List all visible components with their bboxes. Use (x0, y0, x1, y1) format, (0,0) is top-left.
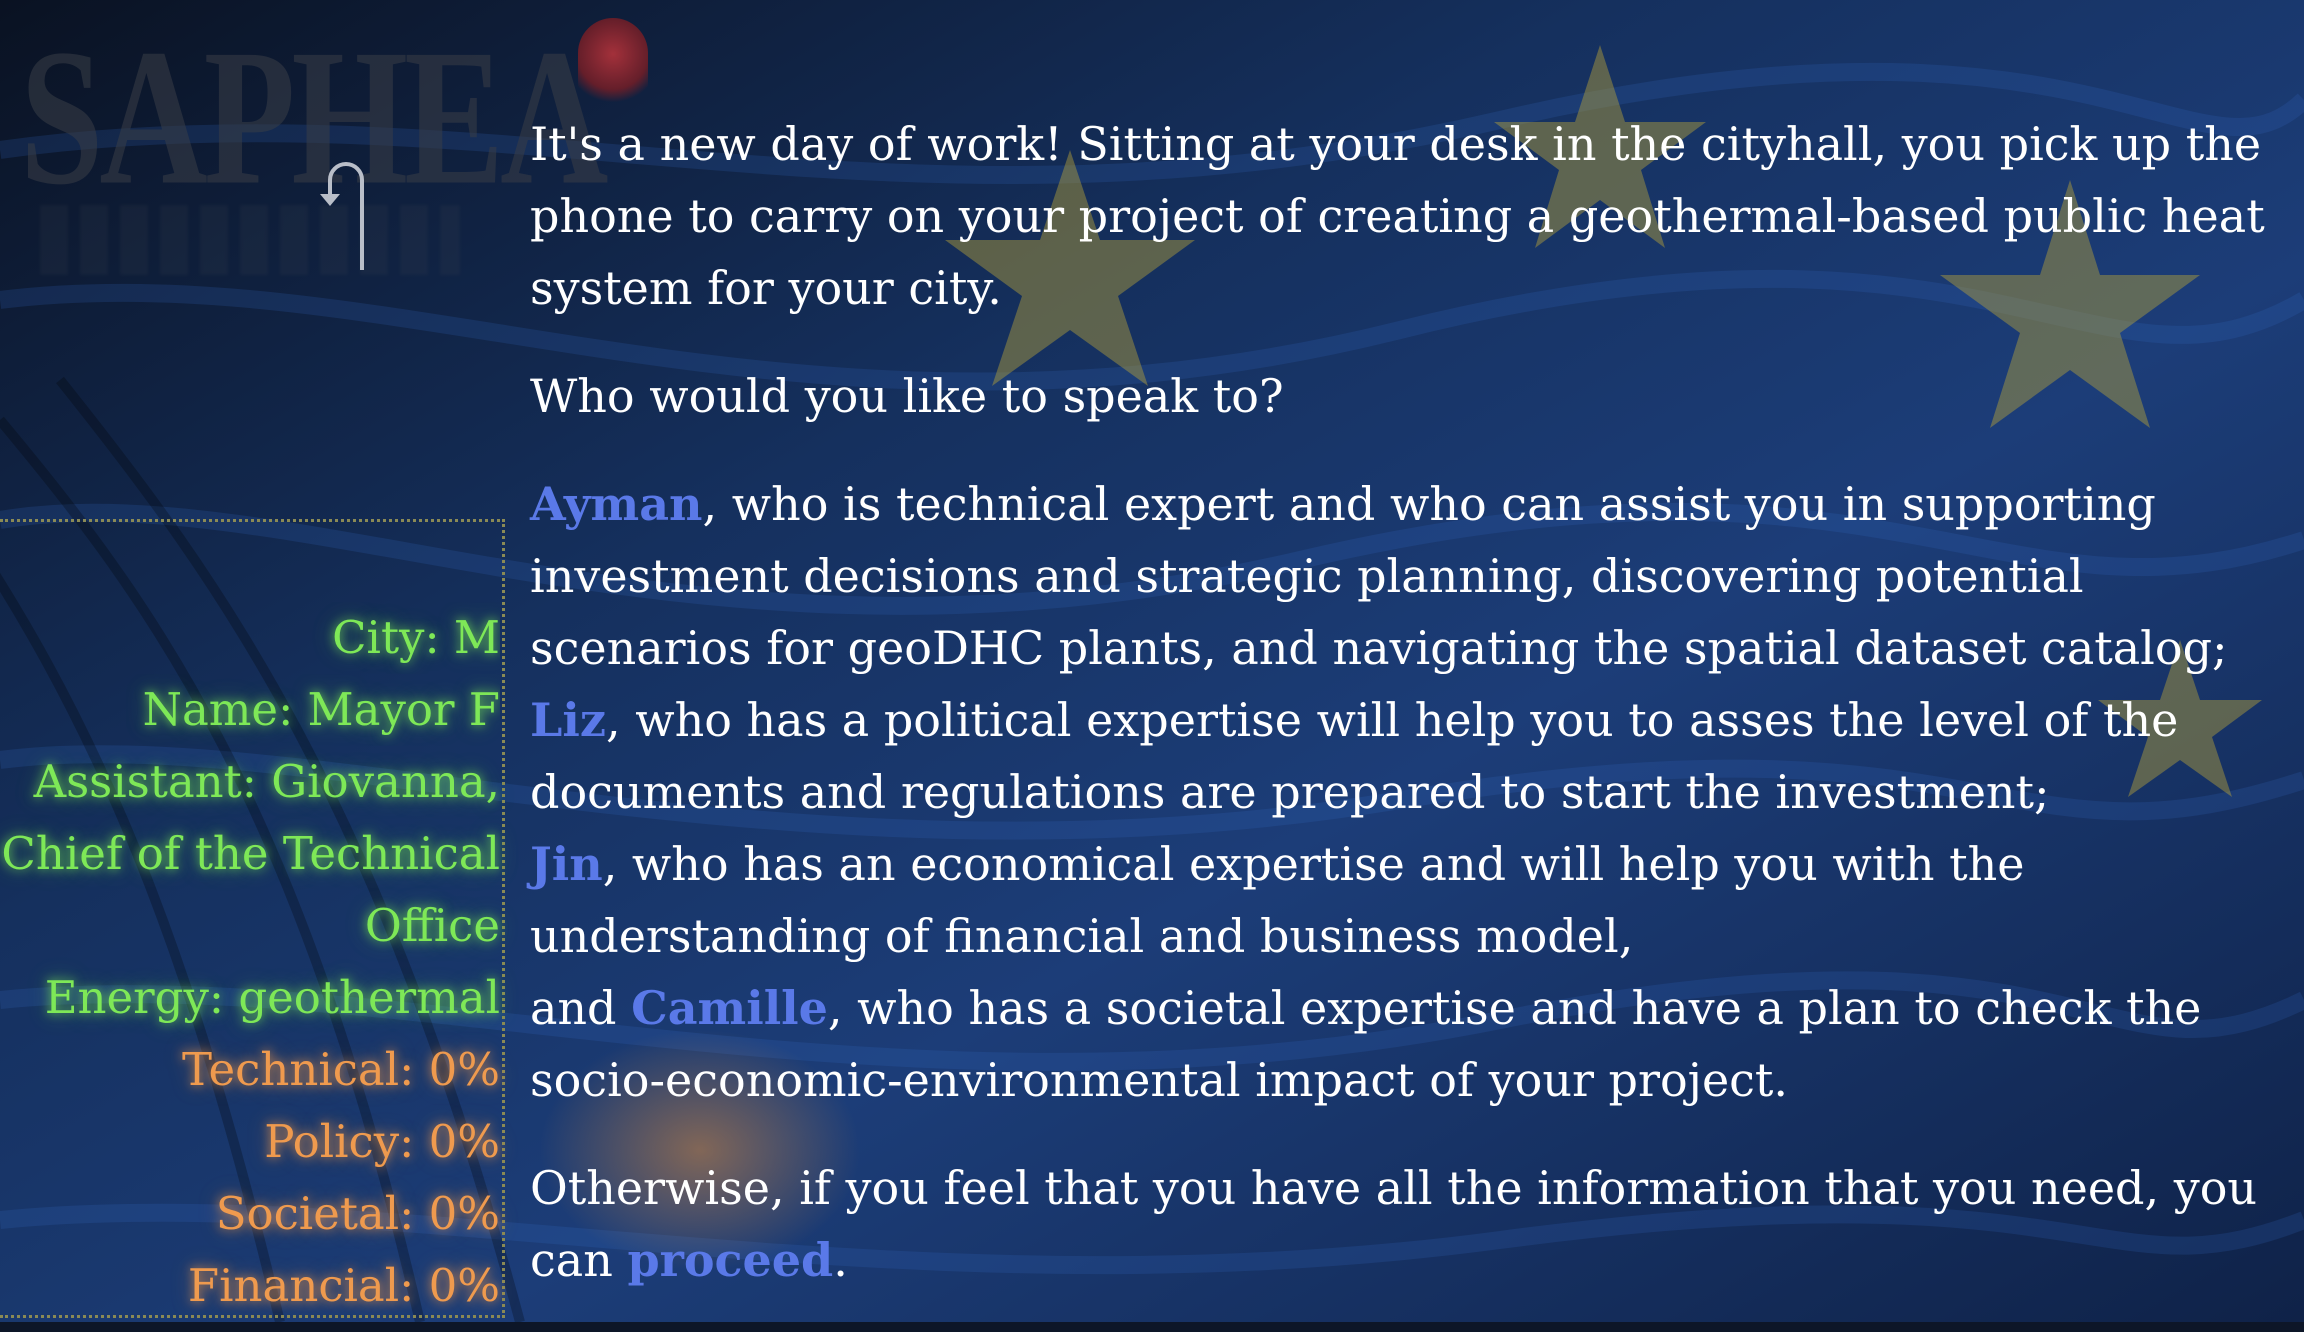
jin-description: , who has an economical expertise and wi… (530, 837, 2025, 963)
story-text: It's a new day of work! Sitting at your … (530, 108, 2270, 1332)
return-arrow-icon[interactable] (312, 150, 380, 270)
camille-link[interactable]: Camille (631, 981, 828, 1035)
player-status-panel: City: M Name: Mayor F Assistant: Giovann… (0, 519, 505, 1318)
option-liz: Liz, who has a political expertise will … (530, 684, 2270, 828)
proceed-paragraph: Otherwise, if you feel that you have all… (530, 1152, 2270, 1296)
question-paragraph: Who would you like to speak to? (530, 369, 1284, 423)
ayman-link[interactable]: Ayman (530, 477, 702, 531)
societal-progress: Societal: 0% (215, 1187, 500, 1240)
option-jin: Jin, who has an economical expertise and… (530, 828, 2270, 972)
proceed-link[interactable]: proceed (627, 1233, 833, 1287)
proceed-suffix: . (833, 1233, 848, 1287)
policy-progress: Policy: 0% (264, 1115, 500, 1168)
option-camille: and Camille, who has a societal expertis… (530, 972, 2270, 1116)
liz-link[interactable]: Liz (530, 693, 606, 747)
ayman-description: , who is technical expert and who can as… (530, 477, 2228, 675)
energy-stat: Energy: geothermal (44, 971, 500, 1024)
status-list: City: M Name: Mayor F Assistant: Giovann… (0, 602, 500, 1322)
financial-progress: Financial: 0% (187, 1259, 500, 1312)
name-stat: Name: Mayor F (142, 683, 500, 736)
city-stat: City: M (332, 611, 500, 664)
assistant-stat: Assistant: Giovanna, Chief of the Techni… (1, 755, 500, 952)
option-ayman: Ayman, who is technical expert and who c… (530, 468, 2270, 684)
logo-tagline (40, 205, 460, 275)
liz-description: , who has a political expertise will hel… (530, 693, 2179, 819)
camille-prefix: and (530, 981, 632, 1035)
intro-paragraph: It's a new day of work! Sitting at your … (530, 117, 2265, 315)
technical-progress: Technical: 0% (182, 1043, 500, 1096)
jin-link[interactable]: Jin (530, 837, 603, 891)
logo-hand-icon (578, 18, 648, 108)
